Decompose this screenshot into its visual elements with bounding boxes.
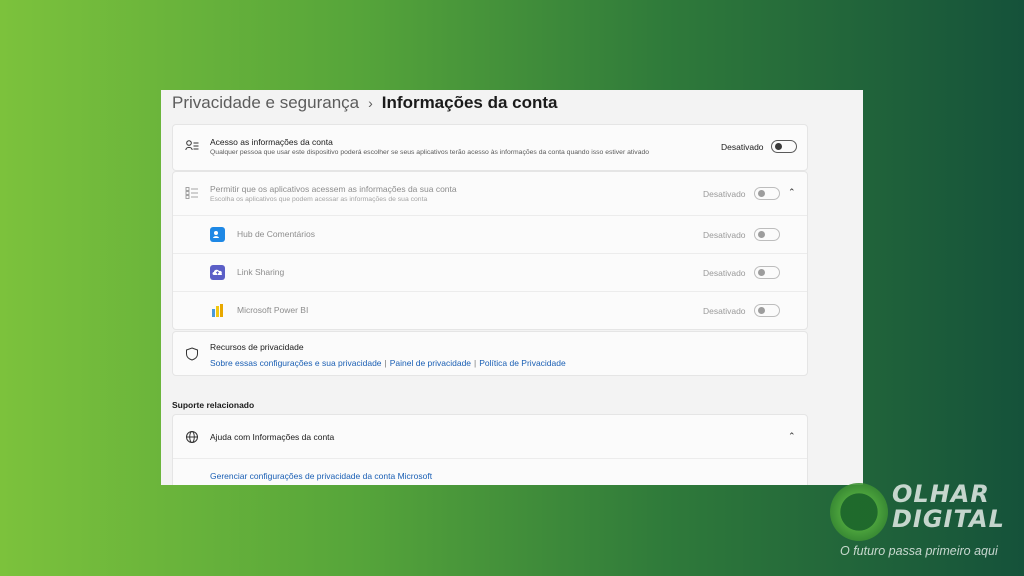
link-about-settings[interactable]: Sobre essas configurações e sua privacid… [210, 358, 382, 368]
chevron-right-icon: › [368, 95, 373, 111]
account-access-status: Desativado [721, 142, 764, 152]
logo-tagline: O futuro passa primeiro aqui [840, 544, 998, 558]
apps-access-card: Permitir que os aplicativos acessem as i… [172, 171, 808, 330]
app-status: Desativado [703, 268, 746, 278]
account-access-toggle[interactable] [771, 140, 797, 153]
app-toggle-feedback-hub[interactable] [754, 228, 780, 241]
account-access-card: Acesso as informações da conta Qualquer … [172, 124, 808, 171]
link-separator: | [384, 358, 387, 368]
help-account-info-title: Ajuda com Informações da conta [210, 432, 335, 442]
app-status: Desativado [703, 306, 746, 316]
logo-line2: DIGITAL [892, 505, 1005, 533]
toggle-knob [758, 231, 765, 238]
toggle-knob [758, 190, 765, 197]
apps-access-description: Escolha os aplicativos que podem acessar… [210, 196, 428, 203]
app-name: Link Sharing [237, 267, 285, 277]
app-row-power-bi: Microsoft Power BI Desativado [173, 291, 807, 329]
app-name: Microsoft Power BI [237, 305, 309, 315]
account-access-row: Acesso as informações da conta Qualquer … [173, 125, 807, 170]
link-privacy-dashboard[interactable]: Painel de privacidade [390, 358, 471, 368]
account-access-description: Qualquer pessoa que usar este dispositiv… [210, 149, 650, 156]
apps-access-row[interactable]: Permitir que os aplicativos acessem as i… [173, 172, 807, 215]
help-links-area: Gerenciar configurações de privacidade d… [173, 458, 807, 485]
cloud-upload-icon [210, 265, 225, 280]
link-separator: | [474, 358, 477, 368]
link-privacy-policy[interactable]: Política de Privacidade [479, 358, 565, 368]
logo-globe-icon [830, 483, 888, 541]
breadcrumb-parent[interactable]: Privacidade e segurança [172, 93, 359, 113]
app-row-link-sharing: Link Sharing Desativado [173, 253, 807, 291]
toggle-knob [758, 269, 765, 276]
checklist-icon [185, 186, 199, 200]
logo-text: OLHAR DIGITAL [892, 482, 1005, 532]
help-account-info-row[interactable]: Ajuda com Informações da conta ⌃ [173, 415, 807, 458]
chevron-up-icon[interactable]: ⌃ [788, 187, 796, 198]
chevron-up-icon[interactable]: ⌃ [788, 431, 796, 442]
toggle-knob [775, 143, 782, 150]
settings-window: Privacidade e segurança › Informações da… [161, 90, 863, 485]
apps-access-title: Permitir que os aplicativos acessem as i… [210, 184, 457, 194]
privacy-resources-text: Recursos de privacidade Sobre essas conf… [210, 342, 566, 369]
link-manage-privacy-settings[interactable]: Gerenciar configurações de privacidade d… [210, 471, 432, 481]
app-status: Desativado [703, 230, 746, 240]
feedback-hub-icon [210, 227, 225, 242]
app-toggle-power-bi[interactable] [754, 304, 780, 317]
app-row-feedback-hub: Hub de Comentários Desativado [173, 215, 807, 253]
account-access-text: Acesso as informações da conta Qualquer … [210, 137, 649, 158]
logo-line1: OLHAR [892, 480, 990, 508]
apps-access-status: Desativado [703, 189, 746, 199]
related-support-heading: Suporte relacionado [172, 400, 255, 410]
apps-access-toggle[interactable] [754, 187, 780, 200]
app-toggle-link-sharing[interactable] [754, 266, 780, 279]
apps-access-text: Permitir que os aplicativos acessem as i… [210, 184, 457, 205]
power-bi-icon [210, 303, 225, 318]
person-list-icon [185, 139, 199, 153]
page-title: Informações da conta [381, 93, 558, 112]
privacy-resources-title: Recursos de privacidade [210, 342, 304, 352]
account-access-title: Acesso as informações da conta [210, 137, 333, 147]
app-name: Hub de Comentários [237, 229, 315, 239]
shield-icon [185, 347, 199, 361]
related-support-card: Ajuda com Informações da conta ⌃ Gerenci… [172, 414, 808, 485]
toggle-knob [758, 307, 765, 314]
privacy-resources-card: Recursos de privacidade Sobre essas conf… [172, 331, 808, 376]
privacy-links: Sobre essas configurações e sua privacid… [210, 356, 566, 369]
globe-icon [185, 430, 199, 444]
breadcrumb: Privacidade e segurança › Informações da… [172, 92, 558, 114]
